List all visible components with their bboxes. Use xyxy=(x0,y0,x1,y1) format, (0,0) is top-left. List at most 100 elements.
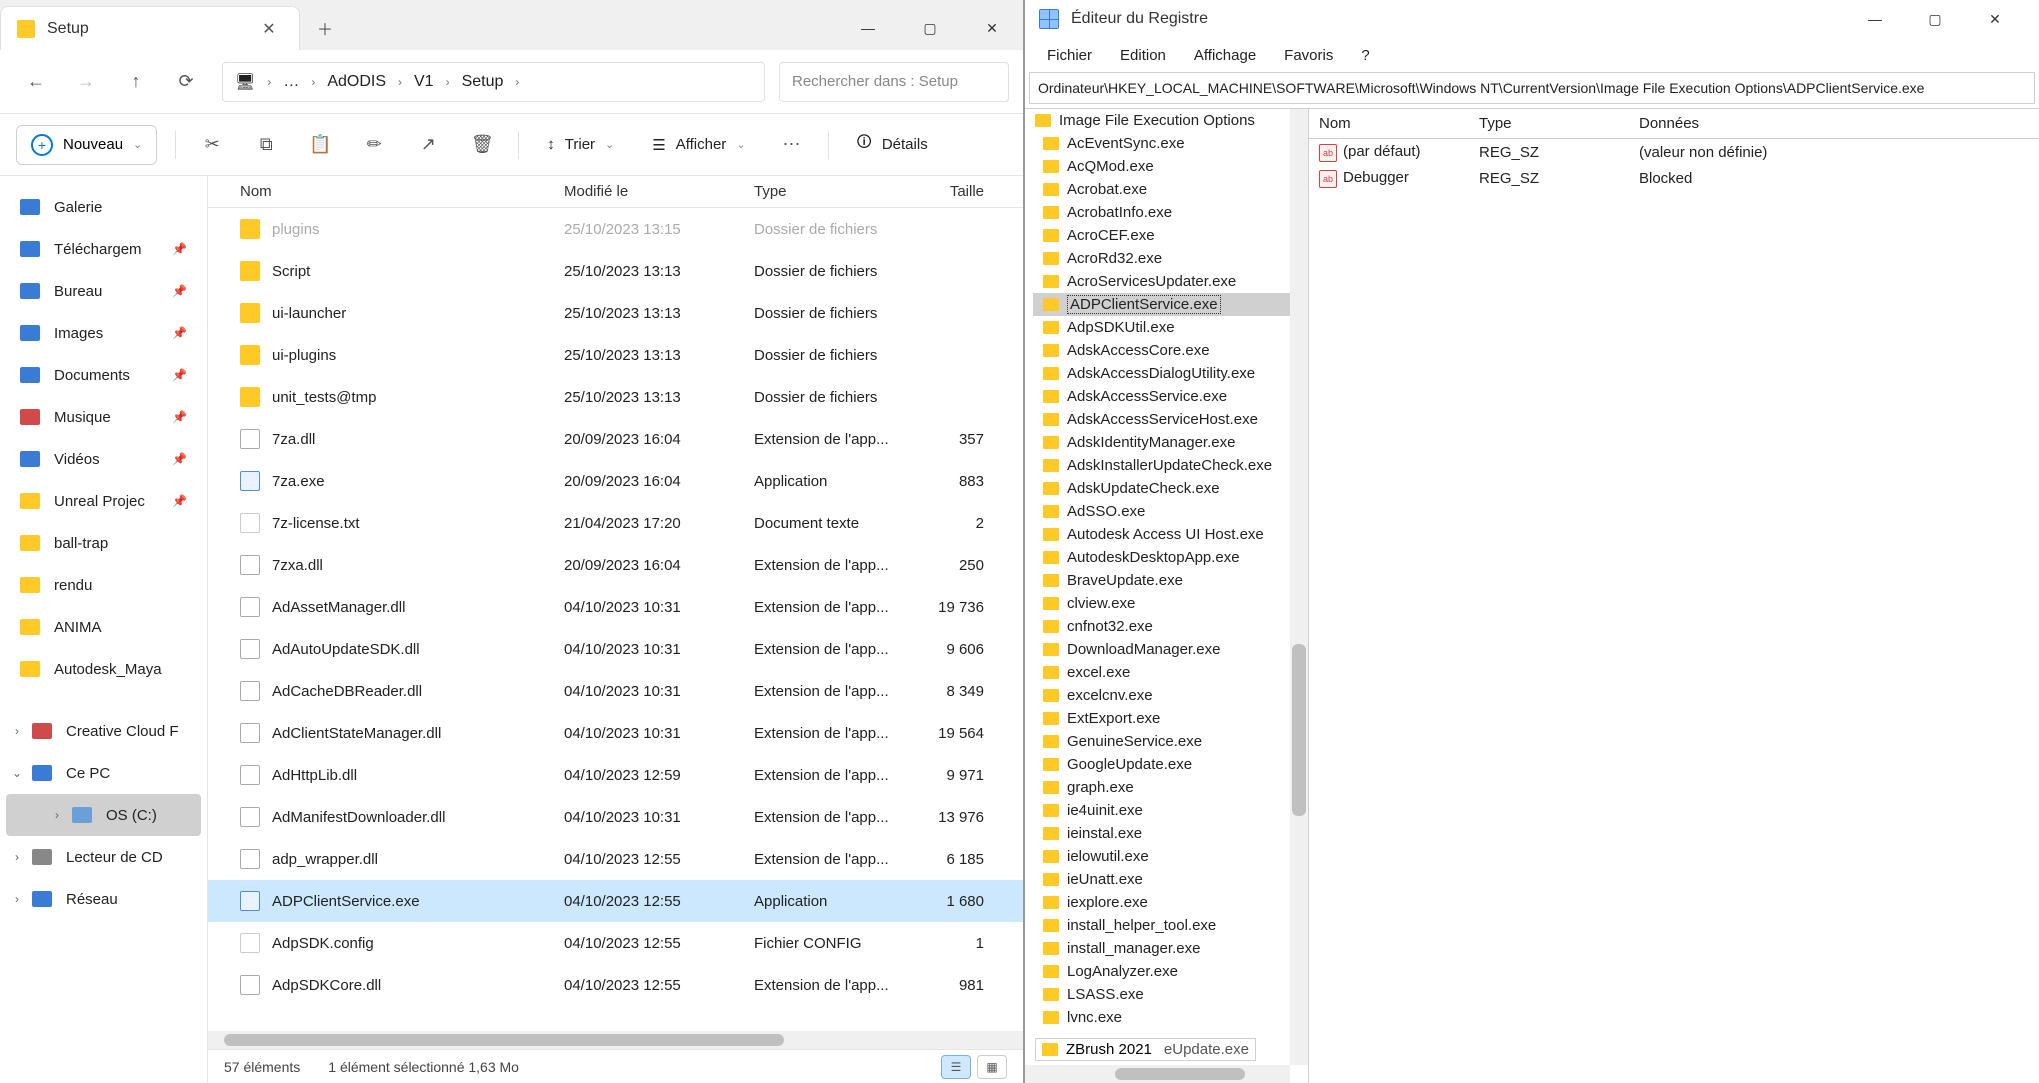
scrollbar-horizontal[interactable] xyxy=(208,1031,1023,1049)
col-modified[interactable]: Modifié le xyxy=(564,183,754,200)
close-button[interactable]: ✕ xyxy=(961,6,1023,50)
view-button[interactable]: ☰ Afficher ⌄ xyxy=(642,125,755,165)
tree-item[interactable]: AdskIdentityManager.exe xyxy=(1033,431,1308,454)
more-icon[interactable]: ⋯ xyxy=(774,127,810,163)
file-row[interactable]: ui-plugins25/10/2023 13:13Dossier de fic… xyxy=(208,334,1023,376)
tree-item[interactable]: AutodeskDesktopApp.exe xyxy=(1033,546,1308,569)
tree-item[interactable]: AdskAccessDialogUtility.exe xyxy=(1033,362,1308,385)
file-row[interactable]: ui-launcher25/10/2023 13:13Dossier de fi… xyxy=(208,292,1023,334)
tree-item[interactable]: ExtExport.exe xyxy=(1033,707,1308,730)
up-button[interactable]: ↑ xyxy=(114,60,158,104)
tree-item[interactable]: clview.exe xyxy=(1033,592,1308,615)
sidebar-item[interactable]: Vidéos📌 xyxy=(0,438,207,480)
file-row[interactable]: AdClientStateManager.dll04/10/2023 10:31… xyxy=(208,712,1023,754)
menu-item[interactable]: Affichage xyxy=(1182,43,1268,68)
col-data[interactable]: Données xyxy=(1629,115,2039,132)
sidebar-item[interactable]: Documents📌 xyxy=(0,354,207,396)
tree-item[interactable]: AcroCEF.exe xyxy=(1033,224,1308,247)
file-row[interactable]: Script25/10/2023 13:13Dossier de fichier… xyxy=(208,250,1023,292)
file-row[interactable]: 7za.dll20/09/2023 16:04Extension de l'ap… xyxy=(208,418,1023,460)
scrollbar-thumb[interactable] xyxy=(1115,1068,1245,1080)
file-row[interactable]: ADPClientService.exe04/10/2023 12:55Appl… xyxy=(208,880,1023,922)
tree-item[interactable]: AdskUpdateCheck.exe xyxy=(1033,477,1308,500)
tree-item[interactable]: ielowutil.exe xyxy=(1033,845,1308,868)
file-row[interactable]: AdHttpLib.dll04/10/2023 12:59Extension d… xyxy=(208,754,1023,796)
new-tab-button[interactable]: ＋ xyxy=(300,6,350,50)
paste-icon[interactable]: 📋 xyxy=(302,127,338,163)
maximize-button[interactable]: ▢ xyxy=(899,6,961,50)
scrollbar-thumb[interactable] xyxy=(224,1034,784,1046)
tree-item[interactable]: GenuineService.exe xyxy=(1033,730,1308,753)
back-button[interactable]: ← xyxy=(14,60,58,104)
sidebar-item[interactable]: ANIMA xyxy=(0,606,207,648)
file-row[interactable]: 7zxa.dll20/09/2023 16:04Extension de l'a… xyxy=(208,544,1023,586)
breadcrumb-dots[interactable]: … xyxy=(277,69,305,95)
share-icon[interactable]: ↗ xyxy=(410,127,446,163)
copy-icon[interactable]: ⧉ xyxy=(248,127,284,163)
file-row[interactable]: AdCacheDBReader.dll04/10/2023 10:31Exten… xyxy=(208,670,1023,712)
tree-item[interactable]: excelcnv.exe xyxy=(1033,684,1308,707)
menu-item[interactable]: Favoris xyxy=(1272,43,1345,68)
file-row[interactable]: adp_wrapper.dll04/10/2023 12:55Extension… xyxy=(208,838,1023,880)
rename-icon[interactable]: ✏ xyxy=(356,127,392,163)
new-button[interactable]: + Nouveau ⌄ xyxy=(16,125,157,165)
sidebar-item[interactable]: Autodesk_Maya xyxy=(0,648,207,690)
view-list-button[interactable]: ☰ xyxy=(941,1055,971,1079)
file-row[interactable]: AdpSDKCore.dll04/10/2023 12:55Extension … xyxy=(208,964,1023,1006)
value-row[interactable]: abDebuggerREG_SZBlocked xyxy=(1309,165,2039,191)
breadcrumb-adodis[interactable]: AdODIS xyxy=(321,69,392,95)
col-size[interactable]: Taille xyxy=(914,183,984,200)
sidebar-tree-item[interactable]: ⌄Ce PC xyxy=(0,752,207,794)
close-icon[interactable]: ✕ xyxy=(255,15,283,43)
tree-item[interactable]: ieUnatt.exe xyxy=(1033,868,1308,891)
cut-icon[interactable]: ✂ xyxy=(194,127,230,163)
menu-item[interactable]: Fichier xyxy=(1035,43,1104,68)
tree-item[interactable]: graph.exe xyxy=(1033,776,1308,799)
col-name[interactable]: Nom xyxy=(1309,115,1469,132)
tree-item[interactable]: GoogleUpdate.exe xyxy=(1033,753,1308,776)
forward-button[interactable]: → xyxy=(64,60,108,104)
tree-item[interactable]: AcrobatInfo.exe xyxy=(1033,201,1308,224)
file-row[interactable]: 7za.exe20/09/2023 16:04Application883 xyxy=(208,460,1023,502)
minimize-button[interactable]: — xyxy=(837,6,899,50)
scrollbar-horizontal[interactable] xyxy=(1025,1065,1290,1083)
tree-item[interactable]: install_helper_tool.exe xyxy=(1033,914,1308,937)
delete-icon[interactable]: 🗑 xyxy=(464,127,500,163)
tree-item[interactable]: Acrobat.exe xyxy=(1033,178,1308,201)
file-row[interactable]: unit_tests@tmp25/10/2023 13:13Dossier de… xyxy=(208,376,1023,418)
sidebar-item[interactable]: Images📌 xyxy=(0,312,207,354)
col-name[interactable]: Nom xyxy=(224,183,564,200)
sidebar-item[interactable]: ball-trap xyxy=(0,522,207,564)
tab-setup[interactable]: Setup ✕ xyxy=(0,6,300,50)
tree-item[interactable]: Autodesk Access UI Host.exe xyxy=(1033,523,1308,546)
menu-item[interactable]: Edition xyxy=(1108,43,1178,68)
details-button[interactable]: 🛈 Détails xyxy=(847,125,938,165)
tree-item[interactable]: AdskAccessServiceHost.exe xyxy=(1033,408,1308,431)
tree-item[interactable]: AdSSO.exe xyxy=(1033,500,1308,523)
registry-tree[interactable]: Image File Execution OptionsAcEventSync.… xyxy=(1025,109,1309,1083)
address-bar[interactable]: 🖥 › … › AdODIS › V1 › Setup › xyxy=(222,62,765,102)
search-input[interactable]: Rechercher dans : Setup xyxy=(779,62,1009,102)
tree-item[interactable]: LSASS.exe xyxy=(1033,983,1308,1006)
menu-item[interactable]: ? xyxy=(1349,43,1381,68)
tree-item[interactable]: LogAnalyzer.exe xyxy=(1033,960,1308,983)
tree-item[interactable]: AcroServicesUpdater.exe xyxy=(1033,270,1308,293)
pc-icon[interactable]: 🖥 xyxy=(229,68,261,96)
tree-item[interactable]: ADPClientService.exe xyxy=(1033,293,1308,316)
tree-item[interactable]: AcEventSync.exe xyxy=(1033,132,1308,155)
tree-item[interactable]: DownloadManager.exe xyxy=(1033,638,1308,661)
sidebar-tree-item[interactable]: ›Creative Cloud F xyxy=(0,710,207,752)
sidebar-item[interactable]: Téléchargem📌 xyxy=(0,228,207,270)
sidebar-item[interactable]: Bureau📌 xyxy=(0,270,207,312)
col-type[interactable]: Type xyxy=(754,183,914,200)
tree-root[interactable]: Image File Execution Options xyxy=(1033,109,1308,132)
scrollbar-thumb[interactable] xyxy=(1292,644,1306,816)
sidebar-item[interactable]: Musique📌 xyxy=(0,396,207,438)
breadcrumb-v1[interactable]: V1 xyxy=(408,69,440,95)
view-grid-button[interactable]: ▦ xyxy=(977,1055,1007,1079)
tree-item[interactable]: AdskInstallerUpdateCheck.exe xyxy=(1033,454,1308,477)
file-row[interactable]: AdpSDK.config04/10/2023 12:55Fichier CON… xyxy=(208,922,1023,964)
tree-item[interactable]: lvnc.exe xyxy=(1033,1006,1308,1029)
sidebar-item[interactable]: Galerie xyxy=(0,186,207,228)
tree-item[interactable]: install_manager.exe xyxy=(1033,937,1308,960)
